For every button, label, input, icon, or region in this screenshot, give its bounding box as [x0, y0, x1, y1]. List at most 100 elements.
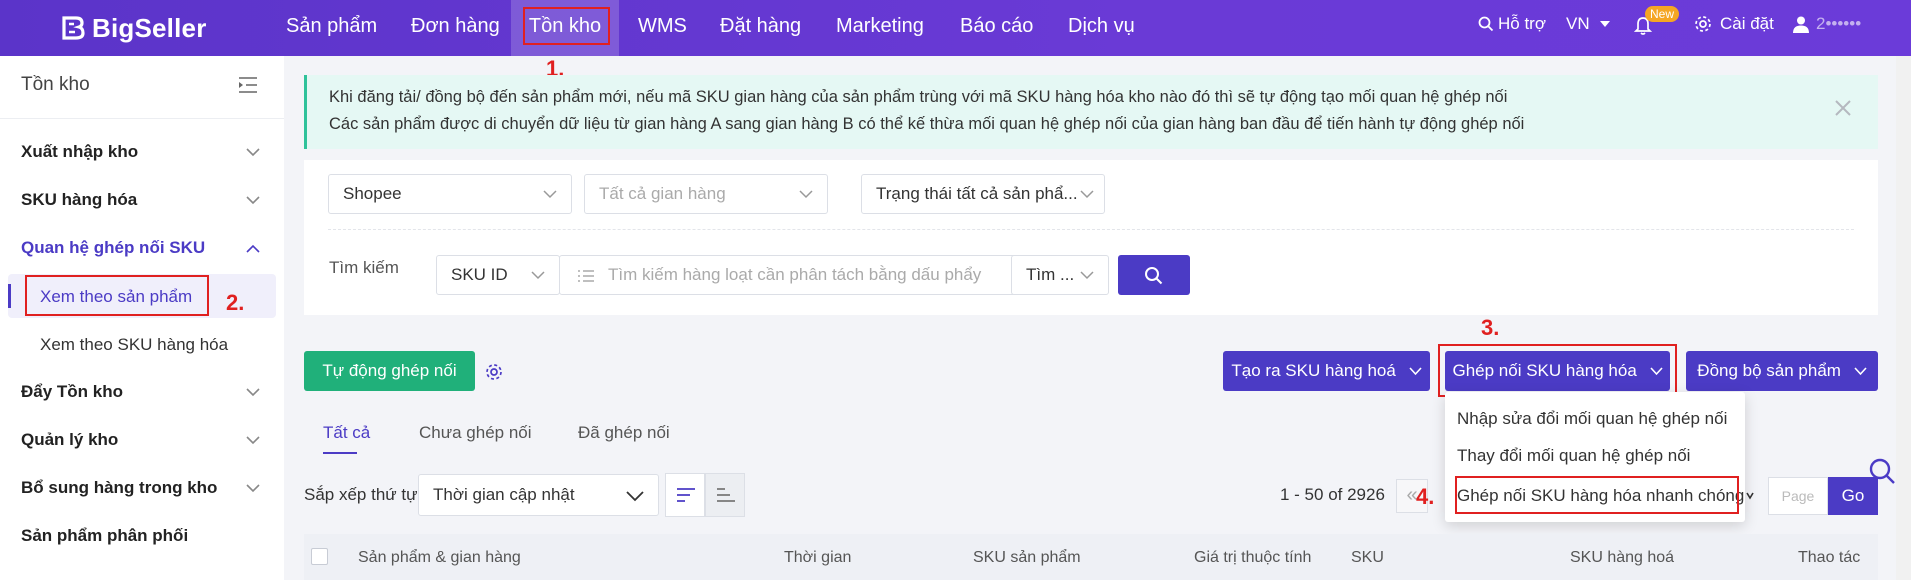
sidebar-item-quan-he-ghep-noi-sku[interactable]: Quan hệ ghép nối SKU — [21, 238, 205, 258]
platform-value: Shopee — [343, 184, 402, 203]
dropdown-item-change-relation[interactable]: Thay đổi mối quan hệ ghép nối — [1457, 446, 1690, 466]
chevron-down-icon — [1746, 492, 1754, 500]
filter-divider — [328, 229, 1854, 230]
support-label: Hỗ trợ — [1498, 14, 1546, 33]
chevron-down-icon — [1080, 190, 1094, 199]
table-header: Sản phẩm & gian hàng Thời gian SKU sản p… — [304, 534, 1878, 580]
sidebar-divider — [0, 118, 284, 119]
store-select[interactable]: Tất cả gian hàng — [584, 174, 828, 214]
chevron-down-icon — [246, 148, 260, 157]
chevron-down-icon — [246, 484, 260, 493]
sidebar-sub-xem-theo-sku-hang-hoa[interactable]: Xem theo SKU hàng hóa — [40, 335, 228, 355]
bigseller-logo[interactable]: BigSeller — [60, 12, 207, 44]
sidebar-title: Tồn kho — [21, 74, 90, 95]
status-select[interactable]: Trạng thái tất cả sản phẩ... — [861, 174, 1105, 214]
sidebar-item-day-ton-kho[interactable]: Đẩy Tồn kho — [21, 382, 123, 402]
chevron-down-icon — [799, 190, 813, 199]
search-icon[interactable] — [1868, 457, 1896, 485]
language-label: VN — [1566, 14, 1590, 33]
sync-products-button[interactable]: Đồng bộ sản phẩm — [1686, 351, 1878, 391]
store-placeholder: Tất cả gian hàng — [599, 184, 726, 203]
nav-dich-vu[interactable]: Dịch vụ — [1068, 0, 1135, 56]
list-icon — [578, 270, 594, 282]
sort-desc-button[interactable] — [665, 473, 705, 517]
nav-bao-cao[interactable]: Báo cáo — [960, 0, 1033, 56]
settings-label: Cài đặt — [1720, 14, 1774, 33]
nav-san-pham[interactable]: Sản phẩm — [286, 0, 377, 56]
annotation-step-4: 4. — [1416, 484, 1435, 509]
sync-products-label: Đồng bộ sản phẩm — [1697, 361, 1841, 380]
page-number-input[interactable]: Page — [1768, 477, 1828, 515]
sidebar-item-sku-hang-hoa[interactable]: SKU hàng hóa — [21, 190, 137, 210]
nav-marketing[interactable]: Marketing — [836, 0, 924, 56]
status-value: Trạng thái tất cả sản phẩ... — [876, 184, 1078, 203]
create-sku-button[interactable]: Tạo ra SKU hàng hoá — [1223, 351, 1430, 391]
column-product-store: Sản phẩm & gian hàng — [358, 549, 521, 566]
search-placeholder: Tìm kiếm hàng loạt cần phân tách bằng dấ… — [608, 265, 982, 284]
column-merchant-sku: SKU hàng hoá — [1570, 549, 1675, 566]
sort-value: Thời gian cập nhật — [433, 485, 575, 504]
user-menu[interactable]: 2•••••• — [1792, 14, 1861, 34]
column-actions: Thao tác — [1798, 549, 1861, 566]
nav-don-hang[interactable]: Đơn hàng — [411, 0, 500, 56]
sidebar-item-san-pham-phan-phoi[interactable]: Sản phẩm phân phối — [21, 526, 188, 546]
chevron-down-icon — [531, 271, 545, 280]
sidebar: Tồn kho Xuất nhập kho SKU hàng hóa Quan … — [0, 56, 284, 580]
collapse-menu-icon[interactable] — [238, 76, 258, 94]
notice-line-1: Khi đăng tải/ đồng bộ đến sản phẩm mới, … — [329, 88, 1508, 106]
sort-asc-button[interactable] — [705, 473, 745, 517]
close-icon[interactable] — [1834, 99, 1852, 117]
nav-wms[interactable]: WMS — [638, 0, 687, 56]
chevron-down-icon — [543, 190, 557, 199]
annotation-box-3 — [1438, 344, 1677, 397]
chevron-down-icon — [626, 491, 644, 502]
annotation-box-1 — [523, 7, 610, 45]
search-mode-value: Tìm ... — [1026, 265, 1075, 284]
tab-active-underline — [323, 452, 357, 454]
sort-select[interactable]: Thời gian cập nhật — [418, 474, 659, 516]
nav-dat-hang[interactable]: Đặt hàng — [720, 0, 801, 56]
page-scrollbar[interactable] — [1896, 56, 1911, 580]
sidebar-item-bo-sung-hang-trong-kho[interactable]: Bổ sung hàng trong kho — [21, 478, 217, 498]
search-input[interactable]: Tìm kiếm hàng loạt cần phân tách bằng dấ… — [559, 255, 1016, 295]
settings-link[interactable]: Cài đặt — [1694, 14, 1774, 34]
search-type-value: SKU ID — [451, 265, 508, 284]
language-selector[interactable]: VN — [1566, 14, 1610, 34]
notice-line-2: Các sản phẩm được di chuyển dữ liệu từ g… — [329, 115, 1525, 133]
filter-card: Shopee Tất cả gian hàng Trạng thái tất c… — [304, 160, 1878, 315]
chevron-down-icon — [1080, 271, 1094, 280]
pagination-range: 1 - 50 of 2926 — [1280, 485, 1385, 504]
notice-banner: Khi đăng tải/ đồng bộ đến sản phẩm mới, … — [304, 75, 1878, 149]
logo-icon — [62, 16, 85, 40]
select-all-checkbox[interactable] — [311, 548, 328, 565]
new-badge: New — [1645, 6, 1680, 22]
annotation-step-3: 3. — [1481, 315, 1500, 340]
tab-unmatched[interactable]: Chưa ghép nối — [419, 423, 532, 443]
chevron-down-icon — [246, 436, 260, 445]
chevron-down-icon — [246, 196, 260, 205]
annotation-step-2: 2. — [226, 290, 245, 315]
platform-select[interactable]: Shopee — [328, 174, 572, 214]
settings-gear-icon[interactable] — [484, 362, 504, 382]
search-mode-select[interactable]: Tìm ... — [1011, 255, 1109, 295]
search-icon — [1478, 16, 1494, 32]
support-link[interactable]: Hỗ trợ — [1478, 14, 1546, 34]
chevron-down-icon — [246, 388, 260, 397]
search-icon — [1145, 267, 1163, 285]
tab-all[interactable]: Tất cả — [323, 423, 370, 443]
user-icon — [1793, 16, 1809, 33]
search-button[interactable] — [1118, 255, 1190, 295]
column-attribute-value: Giá trị thuộc tính — [1194, 549, 1312, 566]
sort-asc-icon — [717, 488, 735, 502]
user-name: 2•••••• — [1816, 14, 1862, 33]
sort-desc-icon — [677, 488, 695, 502]
sort-label: Sắp xếp thứ tự — [304, 485, 418, 504]
chevron-up-icon — [246, 244, 260, 253]
auto-match-button[interactable]: Tự động ghép nối — [304, 351, 475, 391]
dropdown-item-import-edit[interactable]: Nhập sửa đổi mối quan hệ ghép nối — [1457, 409, 1727, 429]
sidebar-item-xuat-nhap-kho[interactable]: Xuất nhập kho — [21, 142, 138, 162]
search-label: Tìm kiếm — [329, 258, 399, 277]
sidebar-item-quan-ly-kho[interactable]: Quản lý kho — [21, 430, 118, 450]
search-type-select[interactable]: SKU ID — [436, 255, 560, 295]
tab-matched[interactable]: Đã ghép nối — [578, 423, 670, 443]
